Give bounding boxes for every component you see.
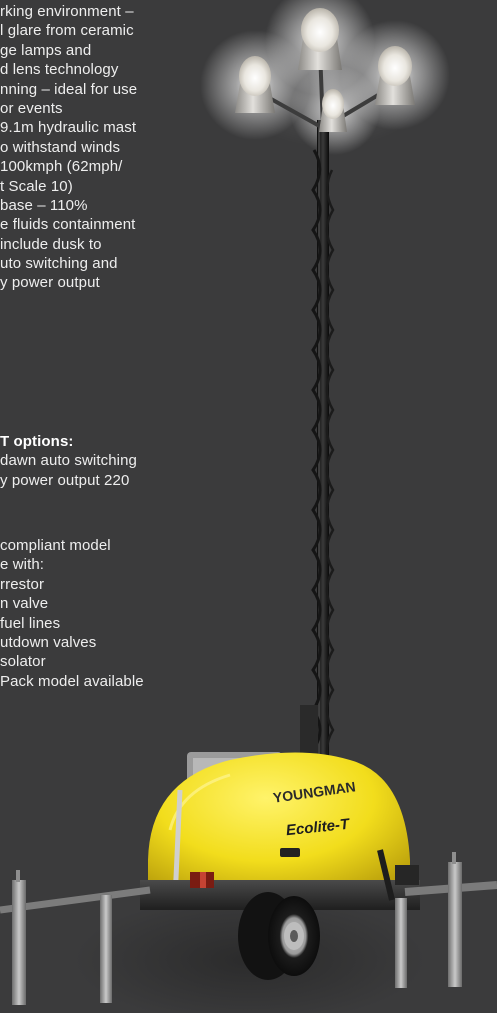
product-page: rking environment – l glare from ceramic… xyxy=(0,0,497,1013)
lighting-tower-image: YOUNGMAN Ecolite-T xyxy=(0,0,497,1005)
trailer-wheel xyxy=(238,892,320,980)
